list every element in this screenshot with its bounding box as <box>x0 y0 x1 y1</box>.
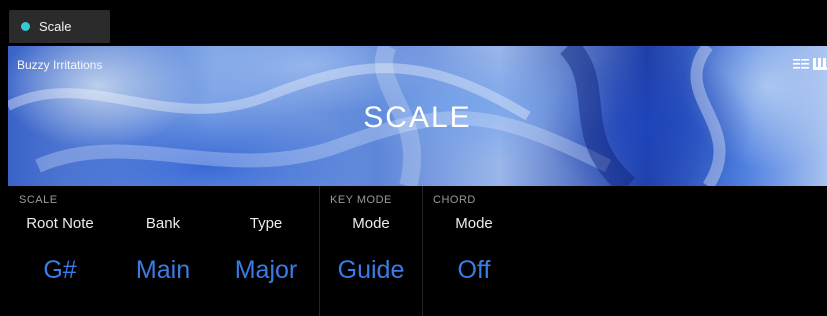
tab-label: Scale <box>39 19 72 34</box>
type-control[interactable]: Type Major <box>221 212 311 286</box>
key-mode-value[interactable]: Guide <box>320 254 422 286</box>
tab-bar: Scale <box>0 0 827 46</box>
param-name: Mode <box>352 215 390 232</box>
view-toggle[interactable] <box>793 58 827 70</box>
bank-value[interactable]: Main <box>118 254 208 286</box>
section-label-scale: SCALE <box>19 194 58 206</box>
tab-scale[interactable]: Scale <box>9 10 110 43</box>
section-label-key-mode: KEY MODE <box>330 194 392 206</box>
param-name: Root Note <box>26 215 94 232</box>
param-name: Bank <box>145 215 181 232</box>
status-dot-icon <box>21 22 30 31</box>
list-icon[interactable] <box>793 58 809 70</box>
chord-mode-control[interactable]: Mode Off <box>423 212 525 286</box>
chord-mode-value[interactable]: Off <box>423 254 525 286</box>
type-value[interactable]: Major <box>221 254 311 286</box>
preset-name: Buzzy Irritations <box>17 58 103 72</box>
plugin-title: SCALE <box>363 101 472 134</box>
hero-banner: Buzzy Irritations SCALE <box>8 46 827 186</box>
bank-control[interactable]: Bank Main <box>118 212 208 286</box>
param-name: Type <box>249 215 283 232</box>
param-name: Mode <box>455 215 493 232</box>
section-label-chord: CHORD <box>433 194 476 206</box>
root-note-control[interactable]: Root Note G# <box>10 212 110 286</box>
keyboard-icon[interactable] <box>813 58 827 70</box>
root-note-value[interactable]: G# <box>10 254 110 286</box>
controls-panel: SCALE KEY MODE CHORD Root Note G# Bank M… <box>8 186 827 316</box>
key-mode-control[interactable]: Mode Guide <box>320 212 422 286</box>
